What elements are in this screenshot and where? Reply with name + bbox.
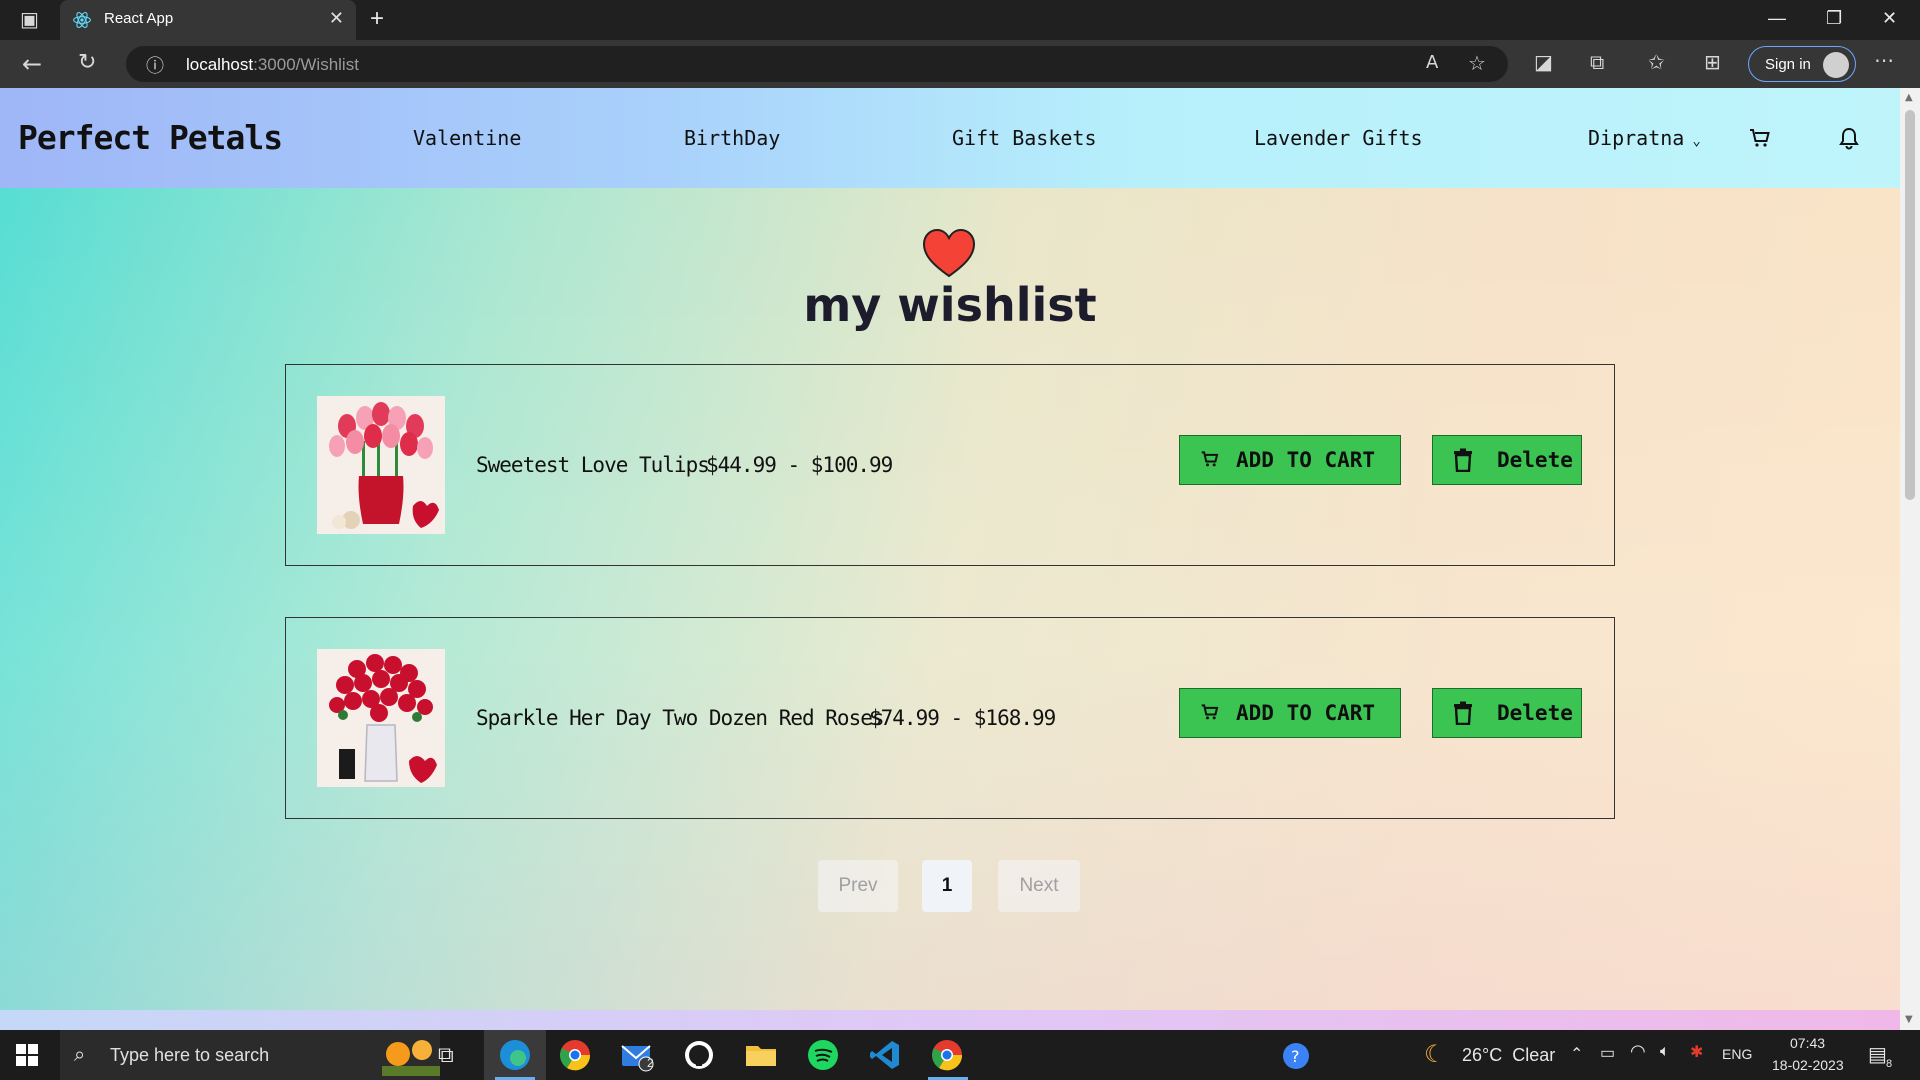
language-indicator[interactable]: ENG [1722, 1046, 1752, 1062]
page-number-button[interactable]: 1 [922, 860, 972, 912]
scroll-up-icon[interactable]: ▲ [1905, 92, 1913, 103]
next-page-button[interactable]: Next [998, 860, 1080, 912]
sign-in-label: Sign in [1765, 56, 1811, 73]
moon-weather-icon: ☾ [1424, 1041, 1446, 1068]
clock-time[interactable]: 07:43 [1790, 1035, 1825, 1051]
read-aloud-icon[interactable]: A [1426, 52, 1438, 73]
cart-icon [1201, 451, 1219, 467]
new-tab-icon[interactable]: + [370, 5, 384, 33]
chrome-profile-icon[interactable] [930, 1038, 964, 1072]
page-scrollbar[interactable]: ▲ ▼ [1900, 88, 1920, 1030]
chrome-icon[interactable] [558, 1038, 592, 1072]
profile-avatar [1823, 52, 1849, 78]
footer-strip [0, 1010, 1900, 1030]
trash-icon [1454, 448, 1472, 472]
extensions-icon[interactable]: ⧉ [1590, 50, 1604, 74]
performance-icon[interactable]: ◪ [1534, 50, 1553, 74]
edge-icon[interactable] [498, 1038, 532, 1072]
browser-toolbar: ← ↻ ⓘ localhost:3000/Wishlist A ☆ ◪ ⧉ ✩ … [0, 40, 1920, 88]
search-icon: ⌕ [74, 1042, 86, 1066]
site-navbar: Perfect Petals Valentine BirthDay Gift B… [0, 88, 1900, 188]
bell-icon[interactable] [1838, 126, 1860, 150]
address-bar[interactable]: ⓘ localhost:3000/Wishlist A ☆ [126, 46, 1508, 82]
add-to-cart-button[interactable]: ADD TO CART [1179, 435, 1401, 485]
nav-link-gift-baskets[interactable]: Gift Baskets [952, 126, 1097, 150]
web-page: Perfect Petals Valentine BirthDay Gift B… [0, 88, 1900, 1030]
weather-text[interactable]: 26°C Clear [1462, 1045, 1555, 1066]
notifications-icon[interactable]: ▤ [1868, 1042, 1887, 1067]
add-to-cart-label: ADD TO CART [1236, 701, 1376, 725]
svg-text:?: ? [1291, 1047, 1300, 1066]
refresh-icon[interactable]: ↻ [78, 50, 96, 75]
battery-icon[interactable]: ▭ [1600, 1043, 1615, 1063]
nav-link-lavender-gifts[interactable]: Lavender Gifts [1254, 126, 1423, 150]
chevron-down-icon: ⌄ [1692, 133, 1701, 149]
user-menu-dropdown[interactable]: Dipratna ⌄ [1588, 126, 1701, 150]
delete-label: Delete [1497, 448, 1573, 472]
app-tray-icon[interactable]: ✱ [1690, 1042, 1703, 1062]
nav-link-birthday[interactable]: BirthDay [684, 126, 780, 150]
pagination: Prev 1 Next [0, 860, 1900, 912]
add-to-cart-button[interactable]: ADD TO CART [1179, 688, 1401, 738]
file-explorer-icon[interactable] [744, 1038, 778, 1072]
vscode-icon[interactable] [868, 1038, 902, 1072]
tab-title: React App [104, 10, 174, 27]
heart-icon [922, 228, 976, 278]
taskbar-search-box[interactable]: ⌕ Type here to search [60, 1030, 440, 1080]
show-hidden-icons[interactable]: ⌃ [1570, 1044, 1583, 1064]
tab-actions-icon[interactable]: ▣ [20, 7, 39, 31]
browser-tab[interactable]: React App ✕ [60, 0, 356, 40]
close-tab-icon[interactable]: ✕ [329, 8, 344, 29]
delete-button[interactable]: Delete [1432, 688, 1582, 738]
windows-taskbar: ⌕ Type here to search ⧉ 2 ? ☾ 26°C Clear… [0, 1030, 1920, 1080]
brand-logo[interactable]: Perfect Petals [18, 118, 283, 157]
scroll-down-icon[interactable]: ▼ [1905, 1014, 1913, 1025]
task-view-icon[interactable]: ⧉ [438, 1042, 454, 1068]
product-image-tulips[interactable] [317, 396, 445, 534]
wifi-icon[interactable]: ◠ [1630, 1041, 1646, 1062]
cart-icon [1201, 704, 1219, 720]
github-icon[interactable] [682, 1038, 716, 1072]
favorites-icon[interactable]: ✩ [1648, 50, 1665, 74]
windows-start-icon[interactable] [16, 1044, 38, 1066]
page-title: my wishlist [803, 278, 1097, 332]
notification-count: 8 [1886, 1058, 1893, 1070]
delete-button[interactable]: Delete [1432, 435, 1582, 485]
delete-label: Delete [1497, 701, 1573, 725]
user-name: Dipratna [1588, 126, 1685, 150]
collections-icon[interactable]: ⊞ [1704, 50, 1721, 74]
volume-icon[interactable]: 🔈︎ [1660, 1043, 1670, 1061]
product-image-roses[interactable] [317, 649, 445, 787]
browser-tab-bar: ▣ React App ✕ + — ❐ ✕ [0, 0, 1920, 40]
prev-page-button[interactable]: Prev [818, 860, 898, 912]
help-icon[interactable]: ? [1282, 1042, 1310, 1070]
product-name[interactable]: Sweetest Love Tulips [476, 453, 710, 477]
more-menu-icon[interactable]: ⋯ [1874, 48, 1894, 72]
nav-link-valentine[interactable]: Valentine [413, 126, 521, 150]
react-icon [73, 12, 91, 28]
add-to-cart-label: ADD TO CART [1236, 448, 1376, 472]
url-text: localhost:3000/Wishlist [186, 55, 359, 74]
wishlist-item: Sweetest Love Tulips $44.99 - $100.99 AD… [285, 364, 1615, 566]
search-highlight-icon [382, 1040, 440, 1076]
restore-icon[interactable]: ❐ [1826, 8, 1842, 29]
close-window-icon[interactable]: ✕ [1882, 8, 1897, 29]
site-info-icon[interactable]: ⓘ [146, 52, 164, 78]
product-name[interactable]: Sparkle Her Day Two Dozen Red Roses [476, 706, 885, 730]
trash-icon [1454, 701, 1472, 725]
wishlist-item: Sparkle Her Day Two Dozen Red Roses $74.… [285, 617, 1615, 819]
back-icon[interactable]: ← [22, 50, 42, 78]
spotify-icon[interactable] [806, 1038, 840, 1072]
scrollbar-thumb[interactable] [1905, 110, 1915, 500]
cart-icon[interactable] [1748, 126, 1772, 150]
mail-badge: 2 [647, 1056, 654, 1070]
minimize-icon[interactable]: — [1768, 8, 1786, 29]
product-price: $74.99 - $168.99 [869, 706, 1056, 730]
sign-in-button[interactable]: Sign in [1748, 46, 1856, 82]
clock-date[interactable]: 18-02-2023 [1772, 1057, 1844, 1073]
add-favorite-icon[interactable]: ☆ [1468, 51, 1486, 75]
search-placeholder: Type here to search [110, 1045, 270, 1065]
product-price: $44.99 - $100.99 [706, 453, 893, 477]
